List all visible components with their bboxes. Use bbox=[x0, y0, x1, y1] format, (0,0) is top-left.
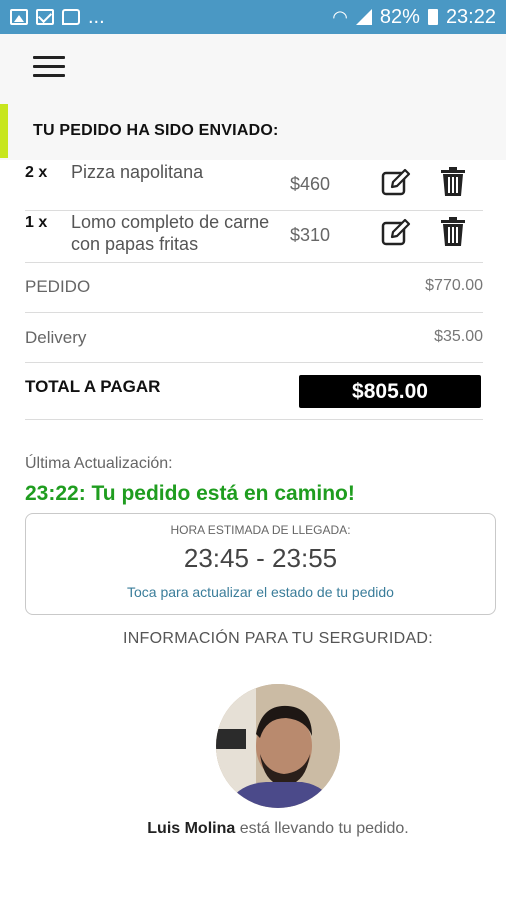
mail-icon bbox=[36, 9, 54, 25]
trash-icon[interactable] bbox=[439, 216, 467, 248]
delivery-label: Delivery bbox=[25, 328, 87, 347]
item-name: Lomo completo de carne con papas fritas bbox=[71, 212, 270, 254]
item-price: $310 bbox=[290, 225, 331, 245]
order-sent-header: TU PEDIDO HA SIDO ENVIADO: bbox=[0, 100, 506, 160]
chat-icon bbox=[62, 9, 80, 25]
divider bbox=[25, 419, 483, 420]
order-label: PEDIDO bbox=[25, 277, 91, 296]
trash-icon[interactable] bbox=[439, 166, 467, 198]
notification-overflow: ... bbox=[88, 5, 105, 28]
safety-title: INFORMACIÓN PARA TU SERGURIDAD: bbox=[122, 630, 434, 647]
driver-info: Luis Molina está llevando tu pedido. bbox=[0, 820, 506, 838]
accent-bar bbox=[0, 104, 8, 158]
signal-icon bbox=[355, 9, 372, 25]
divider bbox=[25, 362, 483, 363]
edit-icon[interactable] bbox=[381, 218, 411, 248]
driver-name: Luis Molina bbox=[147, 820, 236, 837]
edit-icon[interactable] bbox=[381, 168, 411, 198]
image-icon bbox=[10, 9, 28, 25]
driver-message: está llevando tu pedido. bbox=[235, 820, 409, 837]
clock: 23:22 bbox=[445, 5, 496, 28]
eta-time: 23:45 - 23:55 bbox=[183, 543, 338, 573]
app-bar bbox=[0, 34, 506, 100]
divider bbox=[25, 312, 483, 313]
item-quantity: 1 x bbox=[25, 214, 48, 231]
refresh-status-link[interactable]: Toca para actualizar el estado de tu ped… bbox=[26, 584, 495, 600]
battery-percent: 82% bbox=[379, 5, 420, 28]
item-name: Pizza napolitana bbox=[71, 162, 204, 182]
item-price: $460 bbox=[290, 174, 331, 194]
menu-icon[interactable] bbox=[33, 56, 65, 78]
order-amount: $770.00 bbox=[425, 277, 483, 294]
total-label: TOTAL A PAGAR bbox=[25, 377, 161, 396]
eta-card[interactable]: HORA ESTIMADA DE LLEGADA: 23:45 - 23:55 … bbox=[25, 513, 496, 615]
item-quantity: 2 x bbox=[25, 164, 48, 181]
total-amount: $805.00 bbox=[299, 375, 481, 408]
list-item: 2 x Pizza napolitana $460 bbox=[25, 160, 483, 210]
status-bar: ... ◠ 82% 23:22 bbox=[0, 0, 506, 34]
wifi-icon: ◠ bbox=[332, 6, 348, 27]
list-item: 1 x Lomo completo de carne con papas fri… bbox=[25, 210, 483, 262]
eta-label: HORA ESTIMADA DE LLEGADA: bbox=[170, 523, 351, 537]
delivery-amount: $35.00 bbox=[434, 328, 483, 345]
order-subtotal-row: PEDIDO $770.00 bbox=[25, 277, 483, 297]
avatar bbox=[216, 684, 340, 808]
last-update-label: Última Actualización: bbox=[25, 455, 173, 472]
order-status: 23:22: Tu pedido está en camino! bbox=[25, 482, 355, 505]
delivery-row: Delivery $35.00 bbox=[25, 328, 483, 348]
divider bbox=[25, 262, 483, 263]
page-title: TU PEDIDO HA SIDO ENVIADO: bbox=[33, 122, 279, 139]
battery-icon bbox=[427, 9, 438, 25]
